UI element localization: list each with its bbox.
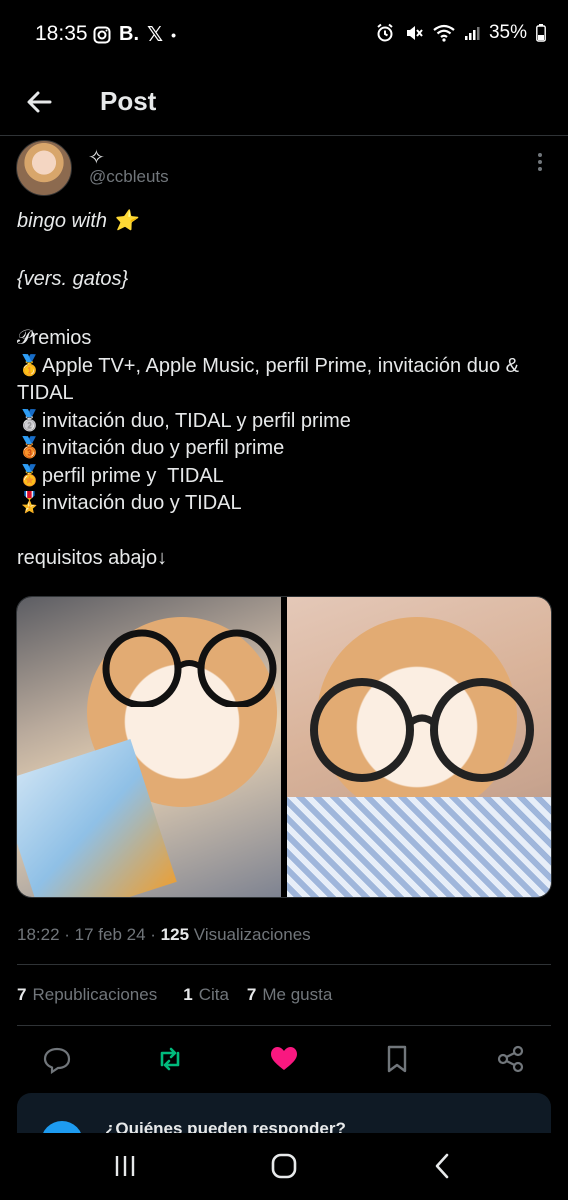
page-title: Post [100,86,157,116]
cat-photo-right[interactable] [287,597,551,897]
blue-shirt [287,797,551,897]
post-time: 18:22 [17,925,60,944]
reposts-label: Republicaciones [32,985,158,1004]
tweet-line-2: {vers. gatos} [17,268,129,290]
prize-3: 🥉invitación duo y perfil prime [17,437,285,459]
prize-1: 🥇Apple TV+, Apple Music, perfil Prime, i… [17,354,525,405]
alarm-icon [377,23,393,42]
cat-photo-left[interactable] [17,597,281,897]
recent-apps-icon[interactable] [110,1151,140,1181]
system-nav-bar [0,1133,568,1200]
repost-icon[interactable] [155,1044,185,1074]
status-left-icons: B. 𝕏 • [93,22,176,47]
engagement-stats: 7 Republicaciones 1 Cita 7 Me gusta [17,985,332,1005]
views-label: Visualizaciones [193,925,311,944]
quotes-stat[interactable]: 1 Cita [183,985,229,1005]
battery-icon [536,24,546,42]
action-bar [0,1040,568,1080]
premios-title: 𝒫remios [17,327,92,349]
glasses-graphic [310,678,534,782]
divider [17,964,551,965]
prize-5: 🎖️invitación duo y TIDAL [17,492,242,514]
post-meta: 18:22 · 17 feb 24 · 125 Visualizaciones [17,925,311,944]
author-handle[interactable]: @ccbleuts [89,167,169,187]
x-icon: 𝕏 [147,24,164,46]
tweet-text: bingo with ⭐ {vers. gatos} 𝒫remios 🥇Appl… [17,208,547,573]
instagram-icon [93,26,111,43]
like-heart-icon[interactable] [269,1044,299,1074]
bookmark-icon[interactable] [382,1044,412,1074]
tweet-line-1: bingo with ⭐ [17,210,138,232]
reposts-count: 7 [17,985,27,1004]
signal-icon [464,27,480,40]
glasses-graphic [102,629,277,707]
back-arrow-icon[interactable] [22,84,58,120]
share-icon[interactable] [496,1044,526,1074]
booking-icon: B. [119,23,139,45]
status-bar: 18:35 B. 𝕏 • 35% [0,0,568,72]
top-bar: Post [0,72,568,136]
battery-level: 35% [488,22,527,43]
tweet-footer: requisitos abajo↓ [17,547,168,569]
divider [17,1025,551,1026]
views-count: 125 [160,925,190,944]
quotes-count: 1 [183,985,193,1004]
mute-icon [406,26,423,40]
reposts-stat[interactable]: 7 Republicaciones [17,985,157,1005]
media-grid [16,596,552,898]
more-options-icon[interactable] [530,150,550,176]
likes-label: Me gusta [262,985,333,1004]
prize-4: 🏅perfil prime y TIDAL [17,464,224,487]
system-back-icon[interactable] [428,1151,458,1181]
home-icon[interactable] [269,1151,299,1181]
status-time: 18:35 [35,22,88,45]
avatar[interactable] [16,140,72,196]
quotes-label: Cita [198,985,229,1004]
post-date: 17 feb 24 [74,925,146,944]
likes-count: 7 [246,985,257,1004]
reply-icon[interactable] [42,1044,72,1074]
likes-stat[interactable]: 7 Me gusta [247,985,332,1005]
status-right-icons: 35% [375,22,546,44]
dot-icon: • [171,26,177,43]
wifi-icon [433,24,455,42]
prize-2: 🥈invitación duo, TIDAL y perfil prime [17,409,351,432]
